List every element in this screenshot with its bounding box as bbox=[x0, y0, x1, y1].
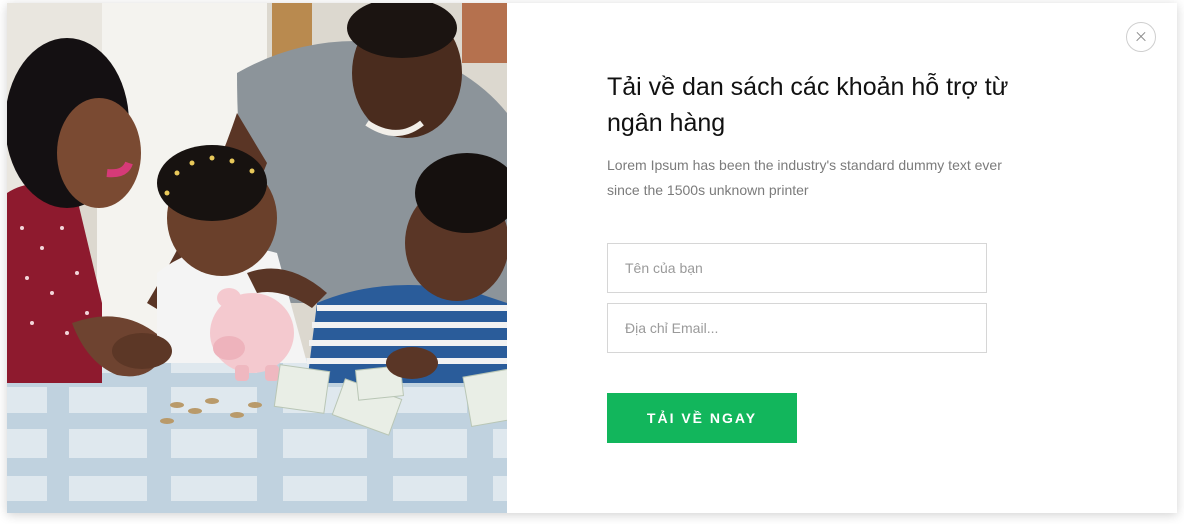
name-input[interactable] bbox=[607, 243, 987, 293]
download-modal: Tải về dan sách các khoản hỗ trợ từ ngân… bbox=[7, 3, 1177, 513]
close-button[interactable] bbox=[1126, 22, 1156, 52]
modal-title: Tải về dan sách các khoản hỗ trợ từ ngân… bbox=[607, 73, 1009, 137]
modal-description: Lorem Ipsum has been the industry's stan… bbox=[607, 157, 1002, 198]
download-now-button[interactable]: TẢI VỀ NGAY bbox=[607, 393, 797, 443]
family-photo bbox=[7, 3, 507, 513]
email-input[interactable] bbox=[607, 303, 987, 353]
